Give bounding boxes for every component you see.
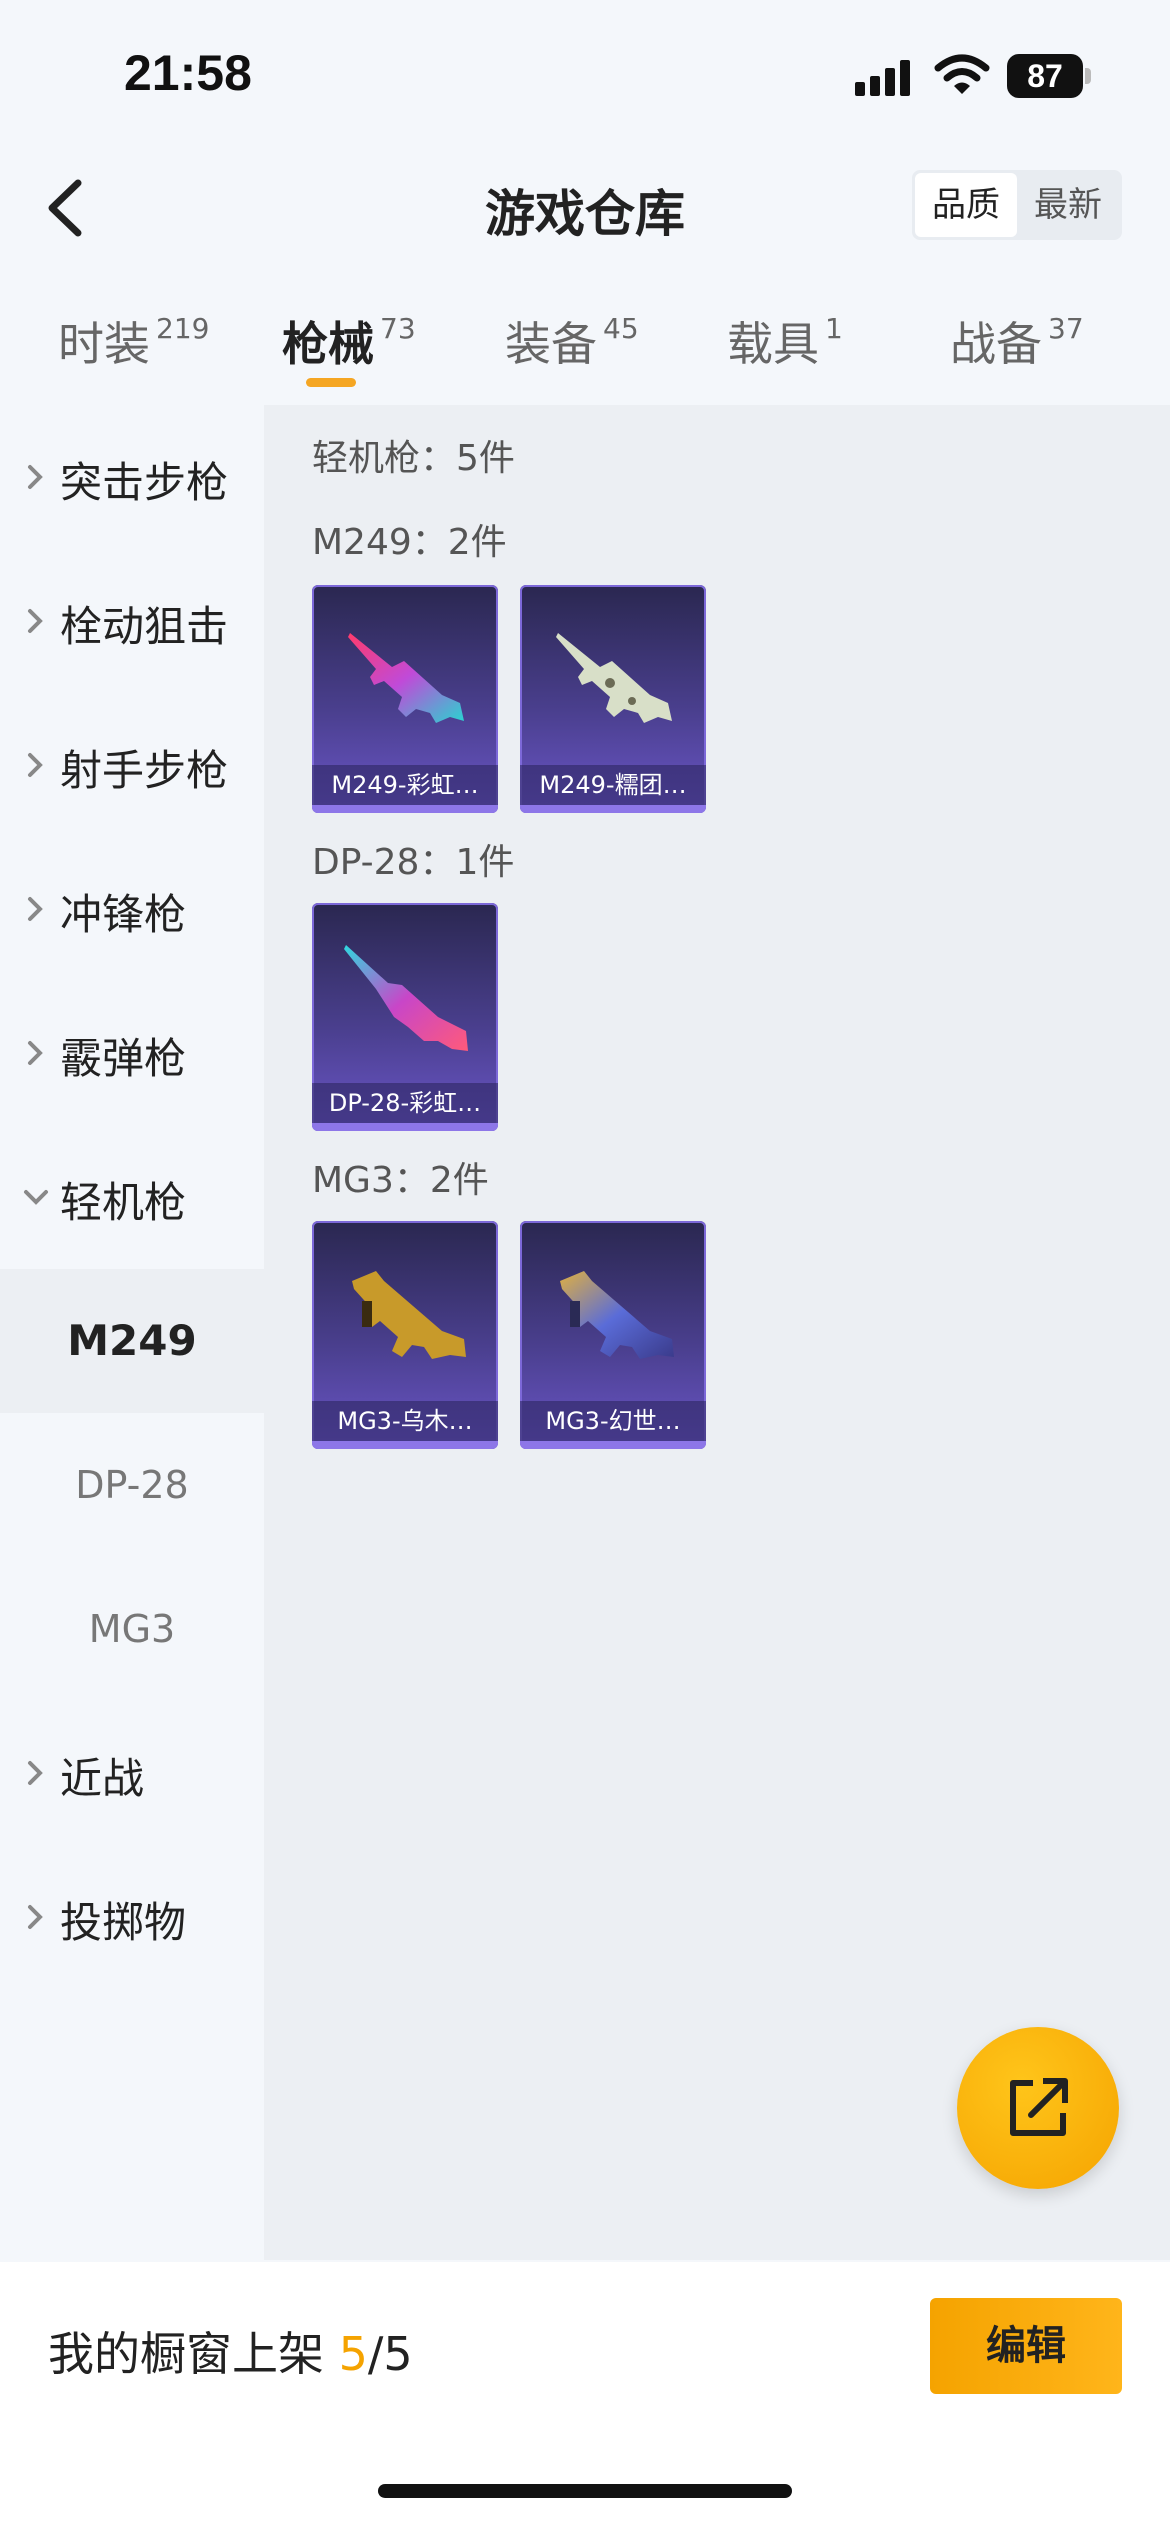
rifle-icon bbox=[560, 1271, 674, 1359]
group-title-dp28: DP-28：1件 bbox=[312, 842, 515, 883]
sidebar-item-label: 射手步枪 bbox=[60, 746, 229, 795]
sidebar-item-smg[interactable]: 冲锋枪 bbox=[0, 837, 264, 981]
category-tabs: 时装 219 枪械 73 装备 45 载具 1 战备 37 bbox=[0, 290, 1170, 400]
item-card-label: M249-彩虹… bbox=[312, 765, 498, 805]
rifle-icon bbox=[352, 1271, 466, 1359]
sort-newest-button[interactable]: 最新 bbox=[1017, 173, 1119, 237]
sidebar-subitem-mg3[interactable]: MG3 bbox=[0, 1557, 264, 1701]
chevron-right-icon bbox=[28, 1761, 43, 1785]
chevron-right-icon bbox=[28, 897, 43, 921]
tab-label: 装备 bbox=[505, 317, 597, 371]
sort-toggle: 品质 最新 bbox=[912, 170, 1122, 240]
chevron-down-icon bbox=[24, 1190, 48, 1205]
active-tab-indicator bbox=[306, 378, 356, 387]
wifi-icon bbox=[934, 54, 990, 94]
sort-quality-button[interactable]: 品质 bbox=[915, 173, 1017, 237]
sidebar-item-bolt-sniper[interactable]: 栓动狙击 bbox=[0, 549, 264, 693]
share-icon bbox=[1010, 2078, 1068, 2136]
tab-label: 战备 bbox=[950, 317, 1042, 371]
showcase-status: 我的橱窗上架 5/5 bbox=[48, 2318, 413, 2384]
battery-level: 87 bbox=[1027, 58, 1063, 94]
chevron-right-icon bbox=[28, 1041, 43, 1065]
edit-button[interactable]: 编辑 bbox=[930, 2298, 1122, 2394]
sidebar-item-shotgun[interactable]: 霰弹枪 bbox=[0, 981, 264, 1125]
sidebar: 突击步枪 栓动狙击 射手步枪 冲锋枪 霰弹枪 轻机枪 M249 DP-28 MG… bbox=[0, 405, 264, 2260]
status-bar: 21:58 87 bbox=[0, 0, 1170, 150]
header: 游戏仓库 品质 最新 bbox=[0, 150, 1170, 265]
chevron-right-icon bbox=[28, 465, 43, 489]
sidebar-item-label: 突击步枪 bbox=[60, 458, 229, 507]
tab-count: 45 bbox=[603, 311, 639, 345]
battery-icon: 87 bbox=[1007, 54, 1091, 98]
tab-count: 219 bbox=[156, 311, 210, 345]
sidebar-subitem-dp28[interactable]: DP-28 bbox=[0, 1413, 264, 1557]
share-button[interactable] bbox=[957, 2027, 1119, 2189]
item-grid-panel: 轻机枪：5件 M249：2件 M249-彩虹… M249-糯团… DP-28：1… bbox=[264, 405, 1170, 2260]
item-card-label: MG3-乌木… bbox=[312, 1401, 498, 1441]
item-card[interactable]: M249-彩虹… bbox=[312, 585, 498, 813]
tab-vehicles[interactable]: 载具 1 bbox=[727, 308, 843, 388]
showcase-total: /5 bbox=[367, 2327, 413, 2381]
sidebar-item-assault-rifle[interactable]: 突击步枪 bbox=[0, 405, 264, 549]
item-card-label: M249-糯团… bbox=[520, 765, 706, 805]
item-card[interactable]: MG3-乌木… bbox=[312, 1221, 498, 1449]
showcase-used-count: 5 bbox=[338, 2327, 368, 2381]
sidebar-item-label: 霰弹枪 bbox=[60, 1034, 187, 1083]
group-title-m249: M249：2件 bbox=[312, 522, 507, 563]
item-card[interactable]: M249-糯团… bbox=[520, 585, 706, 813]
sidebar-item-marksman-rifle[interactable]: 射手步枪 bbox=[0, 693, 264, 837]
sidebar-item-lmg[interactable]: 轻机枪 bbox=[0, 1125, 264, 1269]
sidebar-subitem-m249[interactable]: M249 bbox=[0, 1269, 264, 1413]
item-card[interactable]: MG3-幻世… bbox=[520, 1221, 706, 1449]
item-card-label: MG3-幻世… bbox=[520, 1401, 706, 1441]
home-indicator[interactable] bbox=[378, 2484, 792, 2498]
item-card-label: DP-28-彩虹… bbox=[312, 1083, 498, 1123]
tab-count: 73 bbox=[380, 311, 416, 345]
sidebar-item-label: 栓动狙击 bbox=[60, 602, 229, 651]
rifle-icon bbox=[348, 633, 464, 723]
sidebar-item-label: 轻机枪 bbox=[60, 1178, 187, 1227]
sidebar-item-melee[interactable]: 近战 bbox=[0, 1701, 264, 1845]
status-time: 21:58 bbox=[124, 45, 252, 101]
sidebar-item-throwables[interactable]: 投掷物 bbox=[0, 1845, 264, 1989]
chevron-right-icon bbox=[28, 753, 43, 777]
cellular-signal-icon bbox=[855, 60, 910, 96]
tab-count: 37 bbox=[1048, 311, 1084, 345]
rifle-icon bbox=[556, 633, 672, 723]
chevron-right-icon bbox=[28, 1905, 43, 1929]
sidebar-item-label: 冲锋枪 bbox=[60, 890, 187, 939]
tab-equipment[interactable]: 装备 45 bbox=[505, 308, 639, 388]
group-title-mg3: MG3：2件 bbox=[312, 1160, 489, 1201]
rifle-icon bbox=[344, 945, 468, 1051]
sidebar-item-label: 投掷物 bbox=[60, 1898, 187, 1947]
tab-firearms[interactable]: 枪械 73 bbox=[282, 308, 416, 388]
showcase-label: 我的橱窗上架 bbox=[48, 2327, 339, 2381]
sidebar-item-label: 近战 bbox=[60, 1754, 145, 1803]
tab-label: 枪械 bbox=[282, 317, 374, 371]
tab-battle-gear[interactable]: 战备 37 bbox=[950, 308, 1084, 388]
tab-label: 载具 bbox=[727, 317, 819, 371]
tab-fashion[interactable]: 时装 219 bbox=[58, 308, 209, 388]
chevron-right-icon bbox=[28, 609, 43, 633]
tab-count: 1 bbox=[825, 311, 843, 345]
item-card[interactable]: DP-28-彩虹… bbox=[312, 903, 498, 1131]
tab-label: 时装 bbox=[58, 317, 150, 371]
category-summary: 轻机枪：5件 bbox=[312, 438, 515, 479]
